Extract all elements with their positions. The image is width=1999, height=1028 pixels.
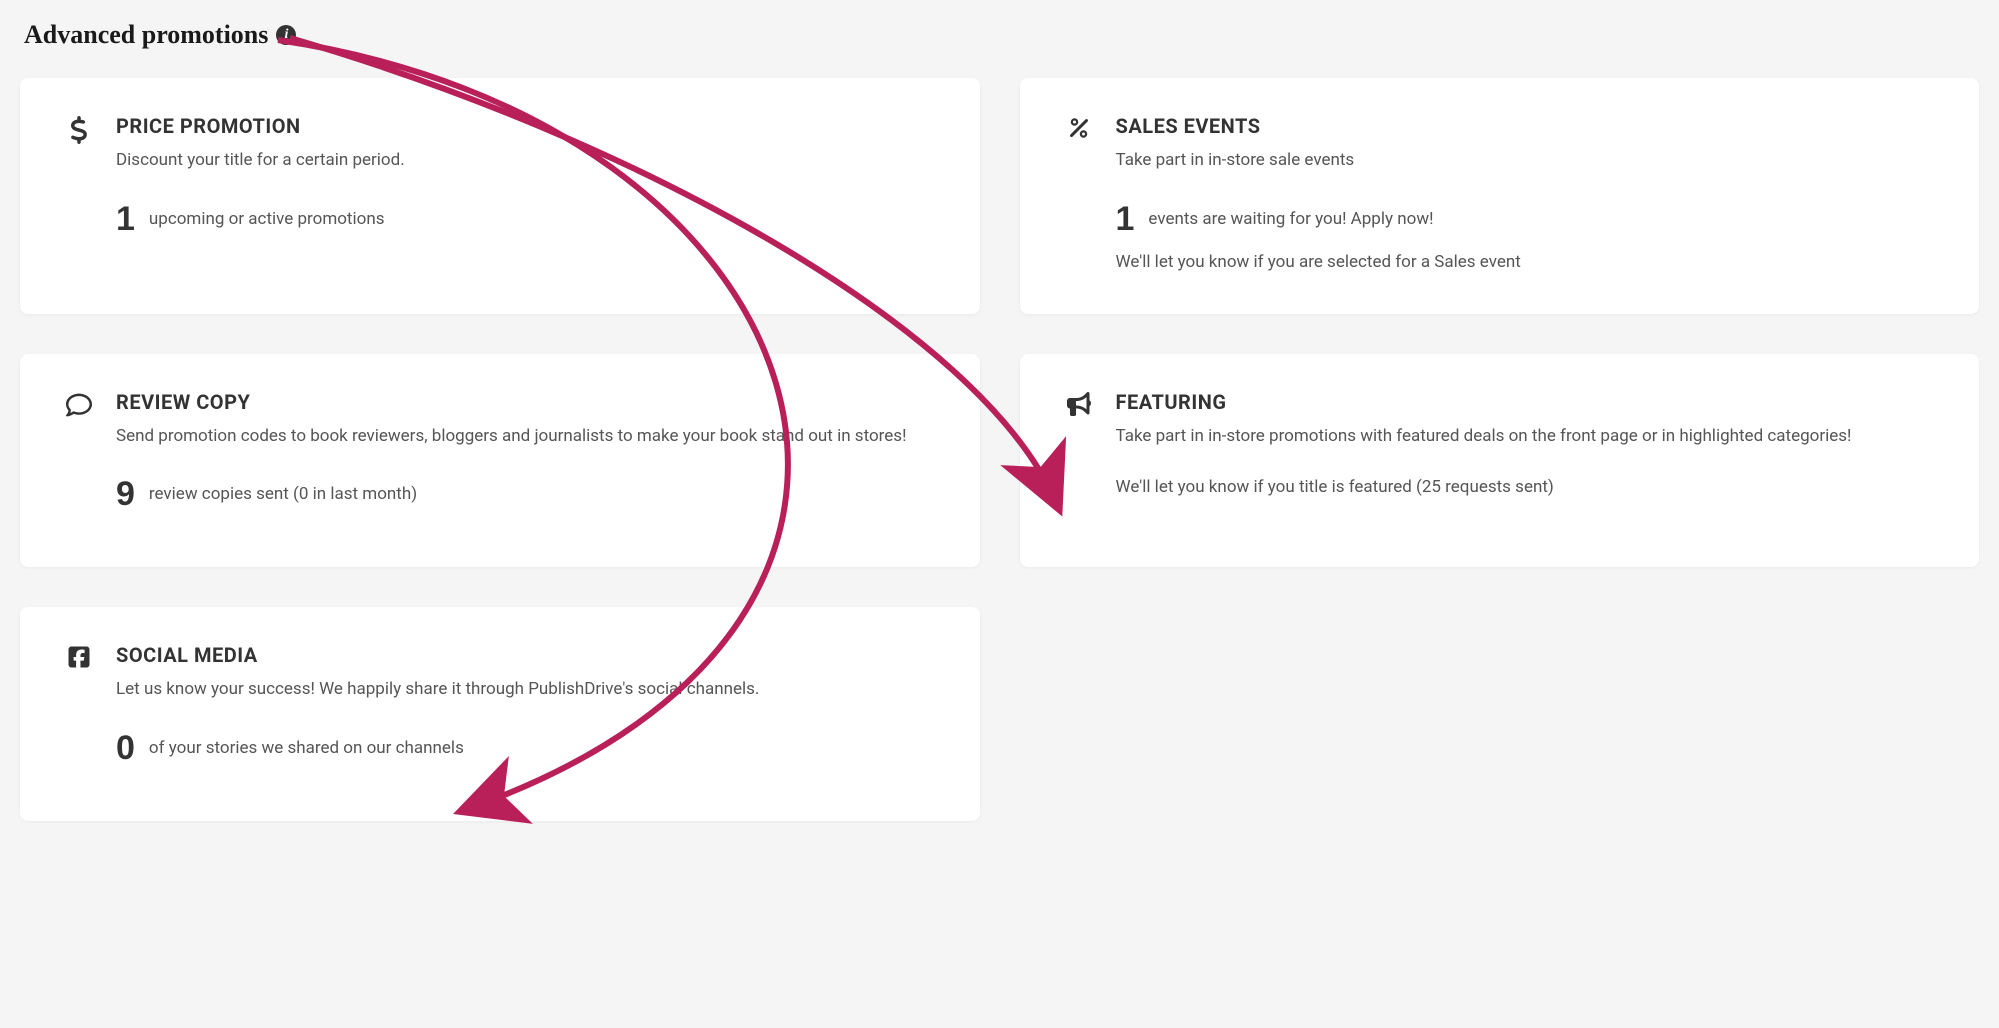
- stat-text: review copies sent (0 in last month): [149, 484, 417, 504]
- price-promotion-desc: Discount your title for a certain period…: [116, 148, 936, 174]
- sales-events-note: We'll let you know if you are selected f…: [1116, 252, 1936, 272]
- price-promotion-title: PRICE PROMOTION: [116, 114, 936, 138]
- cards-grid: PRICE PROMOTION Discount your title for …: [20, 78, 1979, 821]
- facebook-icon: [64, 643, 94, 669]
- featuring-title: FEATURING: [1116, 390, 1936, 414]
- info-icon[interactable]: i: [276, 25, 296, 45]
- page-title-text: Advanced promotions: [24, 20, 268, 50]
- featuring-card[interactable]: FEATURING Take part in in-store promotio…: [1020, 354, 1980, 568]
- featuring-note: We'll let you know if you title is featu…: [1116, 477, 1936, 497]
- sales-events-stat: 1 events are waiting for you! Apply now!: [1116, 202, 1936, 236]
- stat-text: events are waiting for you! Apply now!: [1148, 209, 1433, 229]
- social-media-title: SOCIAL MEDIA: [116, 643, 936, 667]
- sales-events-card[interactable]: SALES EVENTS Take part in in-store sale …: [1020, 78, 1980, 314]
- social-media-desc: Let us know your success! We happily sha…: [116, 677, 936, 703]
- stat-number: 9: [116, 477, 135, 511]
- sales-events-title: SALES EVENTS: [1116, 114, 1936, 138]
- stat-text: of your stories we shared on our channel…: [149, 738, 464, 758]
- sales-events-desc: Take part in in-store sale events: [1116, 148, 1936, 174]
- social-media-card[interactable]: SOCIAL MEDIA Let us know your success! W…: [20, 607, 980, 821]
- review-copy-desc: Send promotion codes to book reviewers, …: [116, 424, 936, 450]
- review-copy-title: REVIEW COPY: [116, 390, 936, 414]
- dollar-icon: [64, 114, 94, 144]
- stat-number: 1: [116, 202, 135, 236]
- stat-number: 0: [116, 731, 135, 765]
- bullhorn-icon: [1064, 390, 1094, 416]
- comment-icon: [64, 390, 94, 418]
- page-title: Advanced promotions i: [20, 20, 1979, 50]
- stat-text: upcoming or active promotions: [149, 209, 385, 229]
- price-promotion-stat: 1 upcoming or active promotions: [116, 202, 936, 236]
- featuring-desc: Take part in in-store promotions with fe…: [1116, 424, 1936, 450]
- review-copy-stat: 9 review copies sent (0 in last month): [116, 477, 936, 511]
- review-copy-card[interactable]: REVIEW COPY Send promotion codes to book…: [20, 354, 980, 568]
- social-media-stat: 0 of your stories we shared on our chann…: [116, 731, 936, 765]
- price-promotion-card[interactable]: PRICE PROMOTION Discount your title for …: [20, 78, 980, 314]
- percent-icon: [1064, 114, 1094, 140]
- stat-number: 1: [1116, 202, 1135, 236]
